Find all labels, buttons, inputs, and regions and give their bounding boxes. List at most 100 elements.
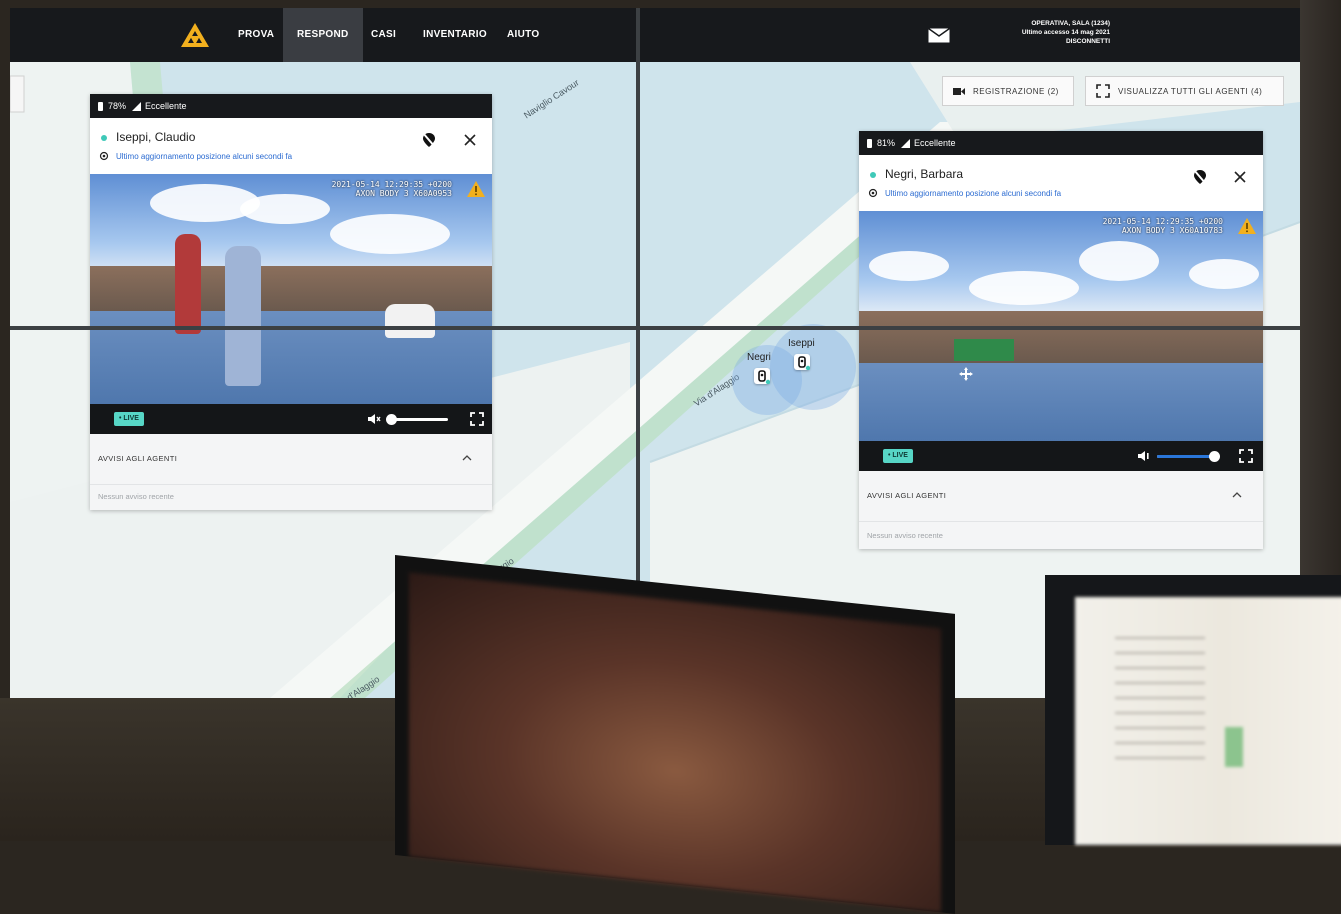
- volume-fill: [1157, 455, 1215, 458]
- nav-prova[interactable]: PROVA: [224, 8, 288, 62]
- video-cloud: [969, 271, 1079, 305]
- user-info: OPERATIVA, SALA (1234) Ultimo accesso 14…: [970, 19, 1110, 46]
- agent-name: Iseppi, Claudio: [116, 130, 196, 144]
- pin-off-icon[interactable]: [422, 132, 436, 148]
- video-cloud: [1189, 259, 1259, 289]
- mute-icon[interactable]: [367, 412, 381, 426]
- alerts-title: AVVISI AGLI AGENTI: [98, 454, 178, 463]
- alerts-title: AVVISI AGLI AGENTI: [867, 491, 947, 500]
- battery-level: 81%: [877, 138, 896, 148]
- warning-icon: [1238, 218, 1256, 234]
- agent-header: Iseppi, Claudio Ultimo aggiornamento pos…: [90, 118, 492, 174]
- live-video-feed[interactable]: 2021-05-14 12:29:35 +0200 AXON BODY 3 X6…: [90, 174, 492, 404]
- recording-button[interactable]: REGISTRAZIONE (2): [942, 76, 1074, 106]
- view-all-agents-label: VISUALIZZA TUTTI GLI AGENTI (4): [1118, 86, 1263, 96]
- video-device-id: AXON BODY 3 X60A0953: [355, 189, 452, 198]
- close-icon[interactable]: [1234, 171, 1246, 183]
- volume-slider[interactable]: [388, 418, 448, 421]
- live-badge: • LIVE: [114, 412, 144, 426]
- move-cursor-icon: [959, 367, 973, 381]
- device-status-bar: 81% Eccellente: [859, 131, 1263, 155]
- logout-link[interactable]: DISCONNETTI: [970, 37, 1110, 46]
- position-update-text: Ultimo aggiornamento posizione alcuni se…: [885, 189, 1062, 198]
- device-status-bar: 78% Eccellente: [90, 94, 492, 118]
- volume-icon[interactable]: [1137, 449, 1151, 463]
- agent-panel-iseppi: 78% Eccellente Iseppi, Claudio Ultimo ag…: [90, 94, 492, 510]
- video-timestamp-overlay: 2021-05-14 12:29:35 +0200 AXON BODY 3 X6…: [332, 180, 452, 198]
- video-timestamp: 2021-05-14 12:29:35 +0200: [1102, 217, 1223, 226]
- position-update-text: Ultimo aggiornamento posizione alcuni se…: [116, 152, 293, 161]
- video-cloud: [869, 251, 949, 281]
- agent-header: Negri, Barbara Ultimo aggiornamento posi…: [859, 155, 1263, 211]
- agent-name: Negri, Barbara: [885, 167, 964, 181]
- marker-halo-iseppi: [770, 324, 856, 410]
- pin-off-icon[interactable]: [1193, 169, 1207, 185]
- top-navigation-bar: PROVA RESPOND CASI INVENTARIO AIUTO OPER…: [10, 8, 1300, 62]
- screen-line: [1115, 652, 1205, 654]
- video-green-sign: [954, 339, 1014, 361]
- agent-marker-iseppi[interactable]: [794, 354, 811, 371]
- foreground-monitor-right: [1045, 575, 1341, 845]
- close-icon[interactable]: [464, 134, 476, 146]
- signal-quality: Eccellente: [145, 101, 187, 111]
- battery-icon: [98, 101, 103, 111]
- screen-line: [1115, 742, 1205, 744]
- view-all-agents-button[interactable]: VISUALIZZA TUTTI GLI AGENTI (4): [1085, 76, 1284, 106]
- volume-knob[interactable]: [1209, 451, 1220, 462]
- video-timestamp-overlay: 2021-05-14 12:29:35 +0200 AXON BODY 3 X6…: [1103, 217, 1223, 235]
- nav-casi[interactable]: CASI: [357, 8, 410, 62]
- screen-map-patch: [1225, 727, 1243, 767]
- agent-panel-negri: 81% Eccellente Negri, Barbara Ultimo agg…: [859, 131, 1263, 549]
- agent-alerts-header[interactable]: AVVISI AGLI AGENTI: [90, 434, 492, 485]
- screen-line: [1115, 637, 1205, 639]
- video-cloud: [330, 214, 450, 254]
- foreground-monitor-screen: [409, 572, 941, 913]
- battery-icon: [867, 138, 872, 148]
- screen-line: [1115, 727, 1205, 729]
- axon-logo-icon: [181, 23, 209, 47]
- screen-line: [1115, 682, 1205, 684]
- video-police-car: [385, 304, 435, 338]
- location-icon: [868, 188, 878, 198]
- marker-label-negri: Negri: [747, 352, 771, 363]
- video-buildings: [859, 311, 1263, 363]
- screen-line: [1115, 757, 1205, 759]
- video-person: [175, 234, 201, 334]
- video-controls: • LIVE: [90, 404, 492, 434]
- video-buildings: [90, 266, 492, 311]
- mail-icon[interactable]: [928, 28, 950, 43]
- online-status-dot: [101, 135, 107, 141]
- screen-line: [1115, 667, 1205, 669]
- agent-alerts-header[interactable]: AVVISI AGLI AGENTI: [859, 471, 1263, 522]
- location-icon: [99, 151, 109, 161]
- alerts-empty-text: Nessun avviso recente: [867, 531, 943, 540]
- agent-marker-negri[interactable]: [754, 368, 771, 385]
- live-badge: • LIVE: [883, 449, 913, 463]
- signal-quality: Eccellente: [914, 138, 956, 148]
- online-status-dot: [870, 172, 876, 178]
- video-camera-icon: [953, 87, 965, 95]
- nav-inventario[interactable]: INVENTARIO: [409, 8, 501, 62]
- expand-icon: [1096, 84, 1110, 98]
- alerts-empty-text: Nessun avviso recente: [98, 492, 174, 501]
- video-cloud: [240, 194, 330, 224]
- warning-icon: [467, 181, 485, 197]
- body-camera-icon: [758, 370, 771, 385]
- marker-label-iseppi: Iseppi: [788, 338, 815, 349]
- video-cloud: [1079, 241, 1159, 281]
- body-camera-icon: [798, 356, 811, 371]
- nav-respond[interactable]: RESPOND: [283, 8, 363, 62]
- screen-line: [1115, 712, 1205, 714]
- recording-button-label: REGISTRAZIONE (2): [973, 86, 1059, 96]
- signal-icon: [901, 138, 911, 148]
- volume-knob[interactable]: [386, 414, 397, 425]
- chevron-up-icon[interactable]: [1232, 491, 1242, 499]
- video-device-id: AXON BODY 3 X60A10783: [1121, 226, 1223, 235]
- video-timestamp: 2021-05-14 12:29:35 +0200: [331, 180, 452, 189]
- foreground-monitor-screen: [1075, 597, 1341, 845]
- fullscreen-icon[interactable]: [1239, 449, 1253, 463]
- fullscreen-icon[interactable]: [470, 412, 484, 426]
- user-last-access: Ultimo accesso 14 mag 2021: [1021, 29, 1110, 36]
- chevron-up-icon[interactable]: [462, 454, 472, 462]
- nav-aiuto[interactable]: AIUTO: [493, 8, 553, 62]
